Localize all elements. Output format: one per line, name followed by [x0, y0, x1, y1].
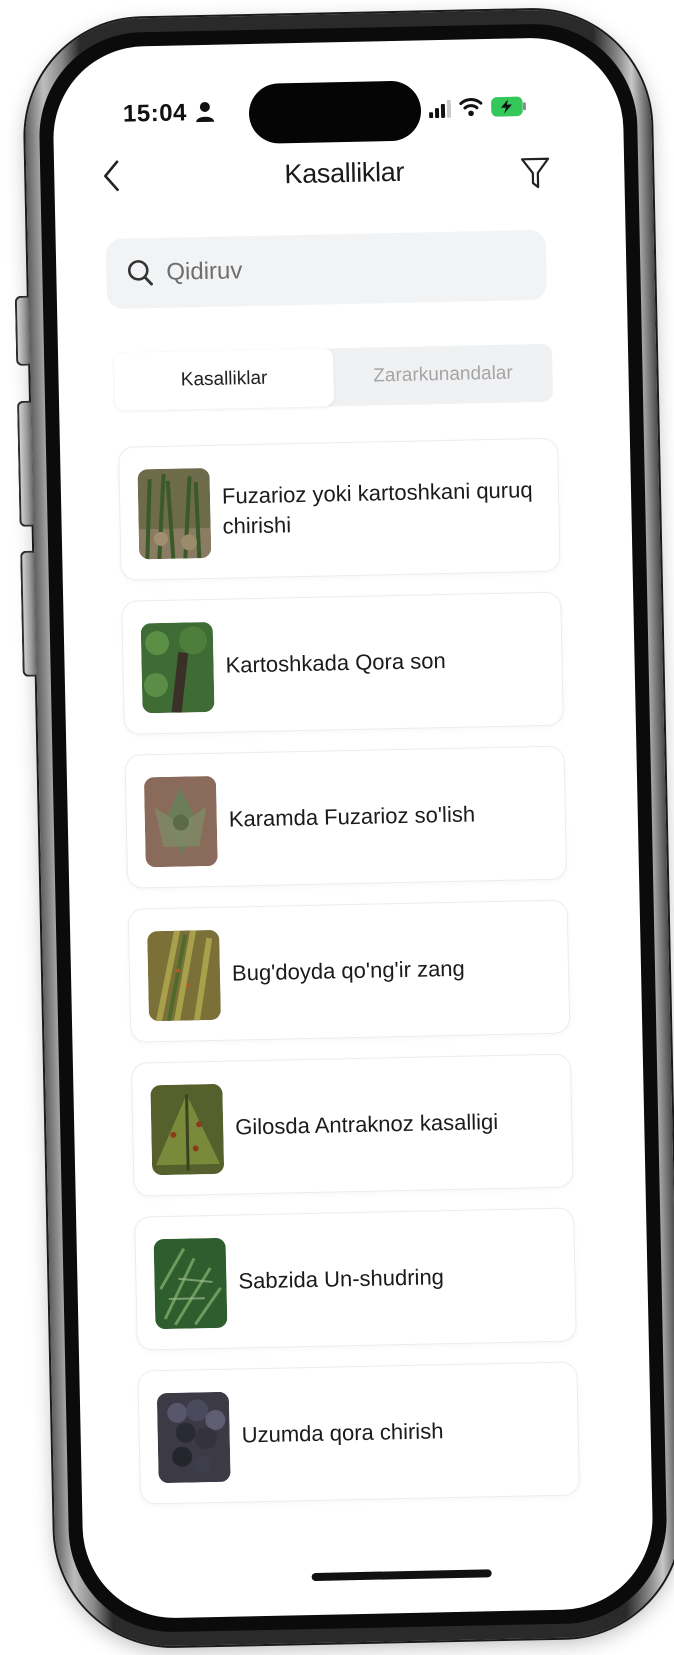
- filter-icon[interactable]: [520, 156, 551, 191]
- list-item[interactable]: Fuzarioz yoki kartoshkani quruq chirishi: [117, 437, 561, 581]
- tab-kasalliklar[interactable]: Kasalliklar: [113, 348, 335, 411]
- list-item-title: Sabzida Un-shudring: [238, 1264, 445, 1294]
- list-item-title: Fuzarioz yoki kartoshkani quruq chirishi: [221, 477, 533, 539]
- list-item[interactable]: Sabzida Un-shudring: [134, 1207, 577, 1351]
- search-bar[interactable]: [105, 229, 547, 310]
- list-item[interactable]: Gilosda Antraknoz kasalligi: [130, 1053, 574, 1197]
- signal-icon: [429, 99, 452, 119]
- list-item[interactable]: Kartoshkada Qora son: [121, 591, 564, 735]
- disease-thumbnail: [140, 621, 215, 714]
- disease-list: Fuzarioz yoki kartoshkani quruq chirishi…: [117, 437, 581, 1505]
- disease-thumbnail: [156, 1391, 231, 1484]
- list-item[interactable]: Bug'doyda qo'ng'ir zang: [127, 899, 571, 1043]
- category-tabs: Kasalliklar Zararkunandalar: [113, 343, 554, 411]
- tab-zararkunandalar[interactable]: Zararkunandalar: [333, 344, 553, 407]
- disease-thumbnail: [143, 775, 218, 868]
- home-indicator[interactable]: [311, 1569, 492, 1582]
- disease-thumbnail: [153, 1237, 228, 1330]
- list-item-title: Bug'doyda qo'ng'ir zang: [231, 955, 466, 986]
- list-item[interactable]: Uzumda qora chirish: [137, 1361, 581, 1505]
- list-item-title: Kartoshkada Qora son: [225, 648, 446, 678]
- wifi-icon: [459, 98, 483, 117]
- disease-thumbnail: [150, 1083, 225, 1176]
- status-bar: 15:04: [52, 72, 623, 145]
- action-button: [14, 295, 31, 366]
- search-icon: [127, 260, 153, 286]
- volume-up-button: [16, 400, 34, 527]
- dynamic-island: [248, 80, 422, 145]
- mockup-stage: 15:04 Kasalliklar Qidiruv Kasalliklar Za…: [0, 0, 674, 1655]
- list-item-title: Gilosda Antraknoz kasalligi: [234, 1109, 499, 1140]
- status-time: 15:04: [122, 99, 188, 128]
- battery-charging-icon: [491, 96, 526, 117]
- volume-down-button: [20, 550, 37, 677]
- search-input[interactable]: [165, 244, 527, 294]
- list-item[interactable]: Karamda Fuzarioz so'lish: [124, 745, 568, 889]
- disease-thumbnail: [147, 929, 221, 1022]
- app-screen: 15:04 Kasalliklar Qidiruv Kasalliklar Za…: [51, 36, 655, 1620]
- list-item-title: Karamda Fuzarioz so'lish: [228, 801, 476, 832]
- phone-mockup: 15:04 Kasalliklar Qidiruv Kasalliklar Za…: [14, 7, 674, 1649]
- disease-thumbnail: [137, 467, 212, 560]
- list-item-title: Uzumda qora chirish: [241, 1418, 444, 1448]
- person-icon: [196, 101, 215, 123]
